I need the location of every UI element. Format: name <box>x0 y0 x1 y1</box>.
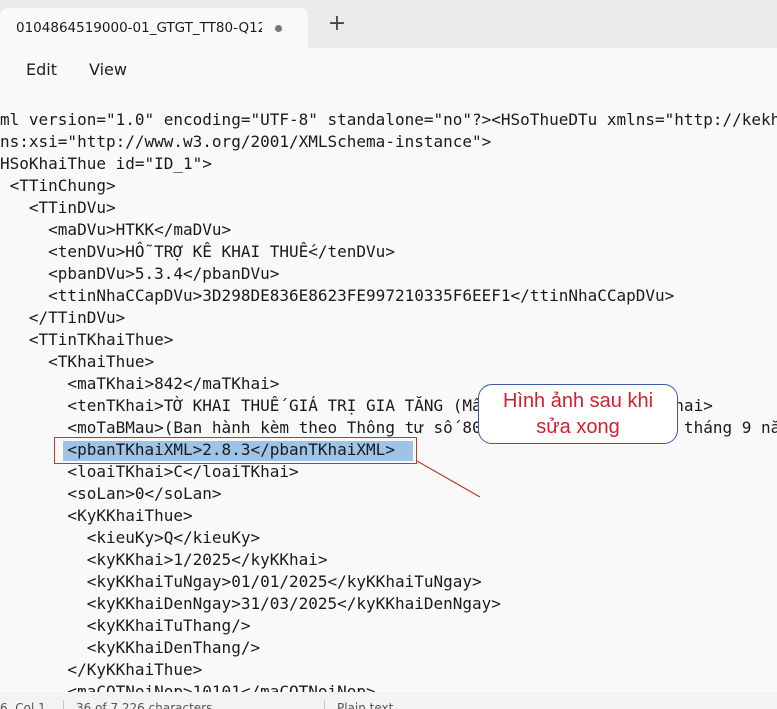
code-line: <kyKKhaiTuThang/> <box>0 616 251 635</box>
new-tab-button[interactable]: + <box>324 12 350 38</box>
code-line: <TTinTKhaiThue> <box>0 330 174 349</box>
code-line: <kyKKhai>1/2025</kyKKhai> <box>0 550 328 569</box>
code-line: <maCQTNoiNop>10101</maCQTNoiNop> <box>0 682 376 692</box>
annotation-callout: Hình ảnh sau khi sửa xong <box>478 384 678 444</box>
code-line: <kyKKhaiDenThang/> <box>0 638 261 657</box>
code-line: <TKhaiThue> <box>0 352 155 371</box>
tab-bar: 0104864519000-01_GTGT_TT80-Q12025 + <box>0 0 777 48</box>
tab-title: 0104864519000-01_GTGT_TT80-Q12025 <box>16 20 262 36</box>
code-line: ml version="1.0" encoding="UTF-8" standa… <box>0 110 777 129</box>
code-line: ns:xsi="http://www.w3.org/2001/XMLSchema… <box>0 132 492 151</box>
code-line: <KyKKhaiThue> <box>0 506 193 525</box>
code-line: <loaiTKhai>C</loaiTKhai> <box>0 462 299 481</box>
status-divider <box>324 700 325 709</box>
code-line: <TTinChung> <box>0 176 116 195</box>
code-line: <tenDVu>HỖ TRỢ KÊ KHAI THUẾ</tenDVu> <box>0 242 395 261</box>
menu-view[interactable]: View <box>89 60 127 79</box>
code-line: <kieuKy>Q</kieuKy> <box>0 528 261 547</box>
code-line: <kyKKhaiTuNgay>01/01/2025</kyKKhaiTuNgay… <box>0 572 482 591</box>
highlight-box <box>54 437 417 464</box>
unsaved-dot-icon[interactable] <box>275 25 282 32</box>
status-bar: 6, Col 1 36 of 7,226 characters Plain te… <box>0 692 777 709</box>
code-line: <maTKhai>842</maTKhai> <box>0 374 280 393</box>
annotation-line-2: sửa xong <box>536 416 620 438</box>
code-line: <maDVu>HTKK</maDVu> <box>0 220 232 239</box>
code-line: <pbanDVu>5.3.4</pbanDVu> <box>0 264 280 283</box>
code-line: <kyKKhaiDenNgay>31/03/2025</kyKKhaiDenNg… <box>0 594 501 613</box>
menu-bar: Edit View <box>0 48 777 92</box>
annotation-line-1: Hình ảnh sau khi <box>502 390 654 412</box>
code-line: HSoKhaiThue id="ID_1"> <box>0 154 212 173</box>
status-format: Plain text <box>337 701 394 709</box>
status-characters: 36 of 7,226 characters <box>76 701 213 709</box>
tab-active[interactable]: 0104864519000-01_GTGT_TT80-Q12025 <box>0 8 308 48</box>
code-line: <ttinNhaCCapDVu>3D298DE836E8623FE9972103… <box>0 286 675 305</box>
menu-edit[interactable]: Edit <box>26 60 57 79</box>
code-line: <soLan>0</soLan> <box>0 484 222 503</box>
code-line: </TTinDVu> <box>0 308 126 327</box>
status-divider <box>63 700 64 709</box>
code-line: </KyKKhaiThue> <box>0 660 203 679</box>
status-position: 6, Col 1 <box>0 701 46 709</box>
code-line: <TTinDVu> <box>0 198 116 217</box>
